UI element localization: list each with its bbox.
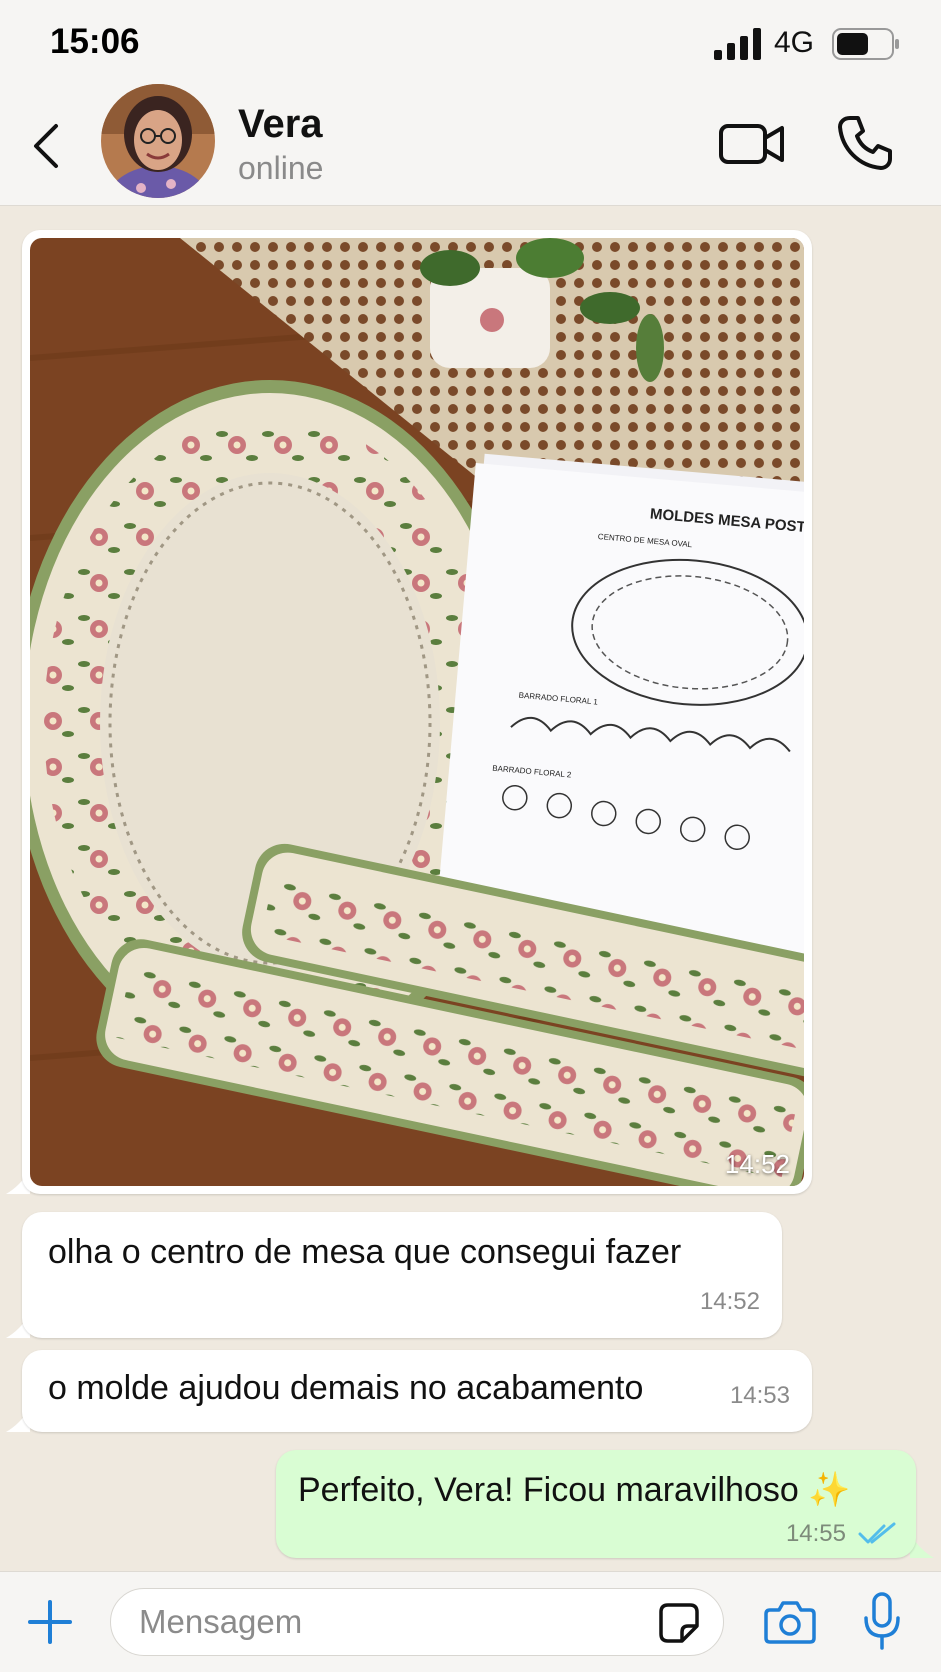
microphone-icon[interactable] [862,1592,902,1652]
incoming-message: o molde ajudou demais no acabamento 14:5… [22,1350,812,1432]
avatar[interactable] [101,84,215,198]
message-time: 14:53 [729,1382,790,1409]
status-time: 15:06 [50,22,140,61]
message-time: 14:52 [699,1288,760,1315]
camera-icon[interactable] [764,1598,816,1646]
message-text: olha o centro de mesa que consegui fazer [48,1233,682,1271]
read-ticks-icon [858,1522,896,1544]
sticker-icon[interactable] [658,1602,700,1644]
message-text: o molde ajudou demais no acabamento [48,1369,644,1407]
message-time: 14:52 [724,1149,790,1179]
incoming-message: olha o centro de mesa que consegui fazer… [22,1212,782,1338]
message-text: Perfeito, Vera! Ficou maravilhoso ✨ [298,1471,851,1509]
video-call-icon[interactable] [718,118,786,170]
table-runner-photo[interactable]: MOLDES MESA POSTA CENTRO DE MESA OVAL BA… [30,238,804,1186]
battery-icon [832,28,899,60]
plus-icon[interactable] [26,1598,74,1646]
input-bar [0,1571,941,1672]
signal-bars-icon [714,28,761,60]
network-type: 4G [774,26,815,59]
status-bar: 15:06 4G [0,0,941,90]
back-chevron-icon[interactable] [28,118,68,174]
contact-status: online [238,150,324,186]
phone-icon[interactable] [836,114,894,172]
message-input[interactable] [110,1588,724,1656]
outgoing-message: Perfeito, Vera! Ficou maravilhoso ✨ 14:5… [276,1450,916,1558]
contact-name[interactable]: Vera [238,102,323,147]
image-message: MOLDES MESA POSTA CENTRO DE MESA OVAL BA… [22,230,812,1194]
message-time: 14:55 [785,1520,846,1547]
